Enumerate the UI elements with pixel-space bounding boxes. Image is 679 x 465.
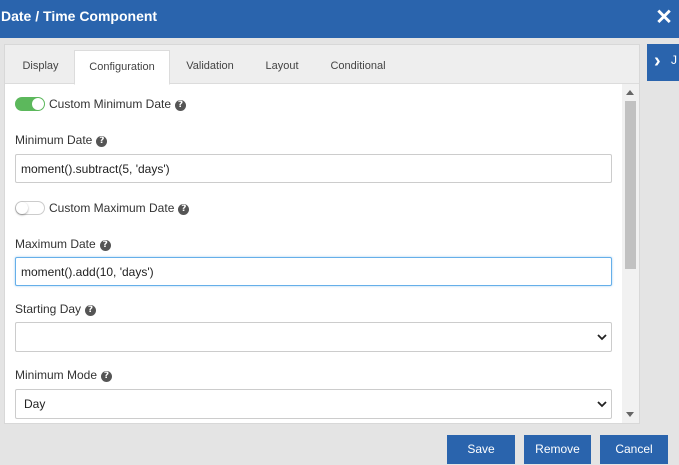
starting-day-label-row: Starting Day? xyxy=(15,302,97,316)
remove-button[interactable]: Remove xyxy=(524,435,591,464)
chevron-right-icon: › xyxy=(654,50,661,72)
custom-max-date-row: Custom Maximum Date? xyxy=(49,201,190,215)
help-icon[interactable]: ? xyxy=(175,100,187,111)
sidebar-expand-button[interactable]: › J xyxy=(647,44,679,81)
form-content: Custom Minimum Date? Minimum Date? Custo… xyxy=(5,84,621,423)
save-button[interactable]: Save xyxy=(447,435,515,464)
tab-display[interactable]: Display xyxy=(7,50,74,84)
dialog-header: Date / Time Component ✕ xyxy=(0,0,679,38)
maximum-date-input[interactable] xyxy=(15,257,612,286)
maximum-date-label-row: Maximum Date? xyxy=(15,237,111,251)
tab-layout[interactable]: Layout xyxy=(250,50,314,84)
tab-conditional[interactable]: Conditional xyxy=(314,50,402,84)
settings-panel: Display Configuration Validation Layout … xyxy=(4,44,640,424)
custom-min-date-label: Custom Minimum Date xyxy=(49,97,172,111)
sidebar-peek-text: J xyxy=(671,53,677,67)
chevron-down-icon xyxy=(597,334,607,341)
tab-configuration[interactable]: Configuration xyxy=(74,50,170,85)
scroll-down-icon[interactable] xyxy=(626,412,634,417)
help-icon[interactable]: ? xyxy=(96,136,108,147)
help-icon[interactable]: ? xyxy=(178,204,190,215)
help-icon[interactable]: ? xyxy=(101,371,113,382)
chevron-down-icon xyxy=(597,401,607,408)
minimum-mode-select[interactable]: Day xyxy=(15,389,612,419)
minimum-date-input[interactable] xyxy=(15,154,612,183)
maximum-date-label: Maximum Date xyxy=(15,237,96,251)
tab-validation[interactable]: Validation xyxy=(170,50,250,84)
toggle-knob xyxy=(16,202,28,214)
dialog-title: Date / Time Component xyxy=(1,8,158,24)
custom-max-date-label: Custom Maximum Date xyxy=(49,201,175,215)
minimum-mode-value: Day xyxy=(24,397,46,411)
tab-bar: Display Configuration Validation Layout … xyxy=(5,45,639,85)
help-icon[interactable]: ? xyxy=(85,305,97,316)
custom-max-date-toggle[interactable] xyxy=(15,201,45,215)
close-icon[interactable]: ✕ xyxy=(654,7,674,29)
vertical-scrollbar[interactable] xyxy=(622,84,639,423)
cancel-button[interactable]: Cancel xyxy=(600,435,668,464)
starting-day-select[interactable] xyxy=(15,322,612,352)
toggle-knob xyxy=(32,98,44,110)
custom-min-date-row: Custom Minimum Date? xyxy=(49,97,187,111)
scrollbar-thumb[interactable] xyxy=(625,101,636,269)
minimum-date-label-row: Minimum Date? xyxy=(15,133,108,147)
minimum-date-label: Minimum Date xyxy=(15,133,93,147)
custom-min-date-toggle[interactable] xyxy=(15,97,45,111)
minimum-mode-label-row: Minimum Mode? xyxy=(15,368,113,382)
help-icon[interactable]: ? xyxy=(99,240,111,251)
scroll-up-icon[interactable] xyxy=(626,90,634,95)
starting-day-label: Starting Day xyxy=(15,302,82,316)
minimum-mode-label: Minimum Mode xyxy=(15,368,98,382)
